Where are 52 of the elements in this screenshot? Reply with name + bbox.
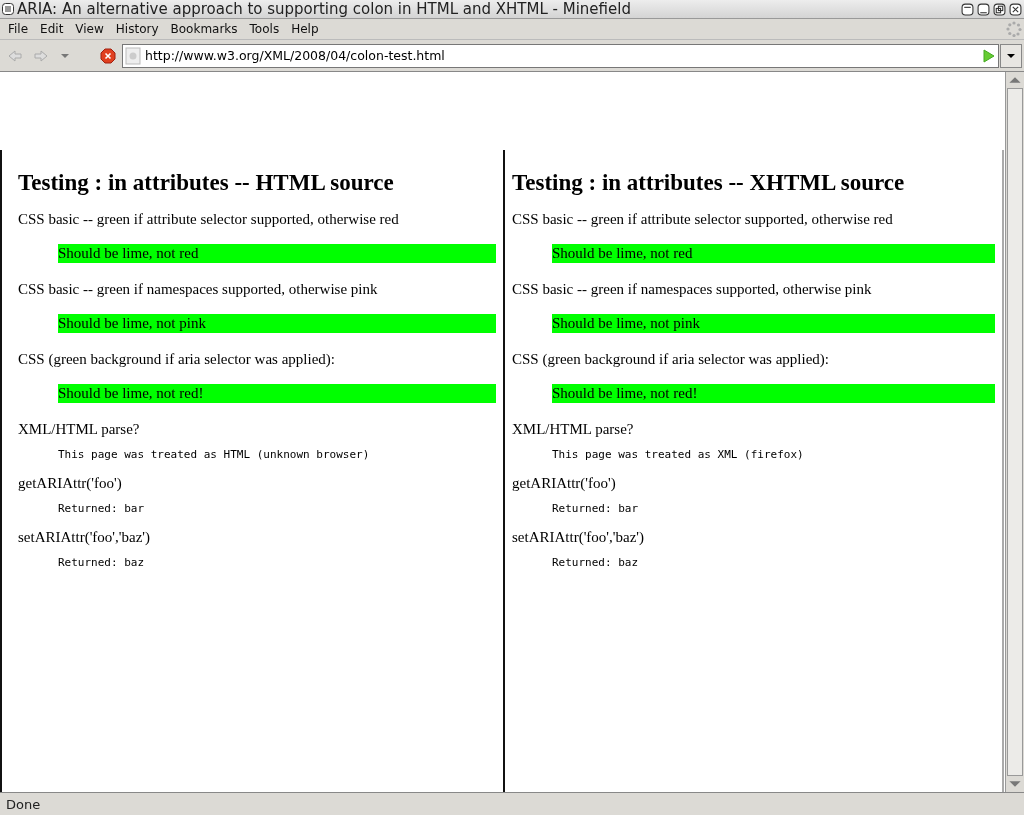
page-heading: Testing : in attributes -- XHTML source bbox=[512, 170, 906, 196]
menu-item[interactable]: View bbox=[69, 22, 110, 36]
menu-item[interactable]: Help bbox=[285, 22, 325, 36]
test-label: CSS basic -- green if namespaces supported, otherwise pink bbox=[18, 280, 379, 298]
result-text: Returned: baz bbox=[58, 556, 146, 570]
test-label: getARIAttr('foo') bbox=[512, 474, 617, 492]
menu-item[interactable]: History bbox=[109, 22, 165, 36]
result-box: Should be lime, not pink bbox=[552, 314, 995, 333]
window-menu-icon[interactable] bbox=[2, 3, 14, 15]
result-text: Returned: bar bbox=[58, 502, 146, 516]
menu-item[interactable]: Tools bbox=[243, 22, 286, 36]
close-icon[interactable] bbox=[1009, 2, 1022, 16]
test-label: XML/HTML parse? bbox=[512, 420, 635, 438]
result-text: This page was treated as XML (firefox) bbox=[552, 448, 805, 462]
caret-icon[interactable] bbox=[60, 52, 70, 59]
status-text: Done bbox=[6, 796, 41, 812]
window-title: ARIA: An alternative approach to supporting colon in HTML and XHTML - Minefield bbox=[17, 0, 632, 18]
result-text: This page was treated as HTML (unknown browser) bbox=[58, 448, 371, 462]
test-label: XML/HTML parse? bbox=[18, 420, 141, 438]
scroll-up-icon[interactable] bbox=[1008, 75, 1022, 85]
address-field[interactable]: http://www.w3.org/XML/2008/04/colon-test.html bbox=[145, 48, 983, 63]
result-text: Returned: baz bbox=[552, 556, 640, 570]
page-heading: Testing : in attributes -- HTML source bbox=[18, 170, 395, 196]
minimize-icon[interactable] bbox=[977, 2, 990, 16]
menu-item[interactable]: Edit bbox=[34, 22, 70, 36]
menu-item[interactable]: Bookmarks bbox=[164, 22, 244, 36]
test-label: CSS basic -- green if namespaces supported, otherwise pink bbox=[512, 280, 873, 298]
address-bar[interactable]: http://www.w3.org/XML/2008/04/colon-test.html bbox=[122, 43, 999, 68]
dropdown-button[interactable] bbox=[1000, 43, 1022, 68]
stop-icon[interactable] bbox=[100, 47, 116, 64]
test-label: CSS basic -- green if attribute selector supported, otherwise red bbox=[512, 210, 894, 228]
maximize-icon[interactable] bbox=[993, 2, 1006, 16]
page-icon bbox=[125, 46, 141, 65]
result-box: Should be lime, not red bbox=[552, 244, 995, 263]
scrollbar[interactable] bbox=[1005, 72, 1024, 792]
result-box: Should be lime, not red bbox=[58, 244, 496, 263]
test-label: CSS basic -- green if attribute selector supported, otherwise red bbox=[18, 210, 400, 228]
test-label: CSS (green background if aria selector was applied): bbox=[18, 350, 336, 368]
result-text: Returned: bar bbox=[552, 502, 640, 516]
result-box: Should be lime, not red! bbox=[58, 384, 496, 403]
test-label: setARIAttr('foo','baz') bbox=[18, 528, 152, 546]
shade-icon[interactable] bbox=[961, 2, 974, 16]
menu-item[interactable]: File bbox=[2, 22, 35, 36]
test-label: setARIAttr('foo','baz') bbox=[512, 528, 646, 546]
throbber-icon bbox=[1006, 21, 1022, 37]
result-box: Should be lime, not pink bbox=[58, 314, 496, 333]
caret-icon bbox=[1006, 52, 1016, 59]
result-box: Should be lime, not red! bbox=[552, 384, 995, 403]
test-label: getARIAttr('foo') bbox=[18, 474, 123, 492]
go-arrow-icon[interactable] bbox=[983, 48, 995, 63]
scroll-down-icon[interactable] bbox=[1008, 779, 1022, 789]
test-label: CSS (green background if aria selector was applied): bbox=[512, 350, 830, 368]
